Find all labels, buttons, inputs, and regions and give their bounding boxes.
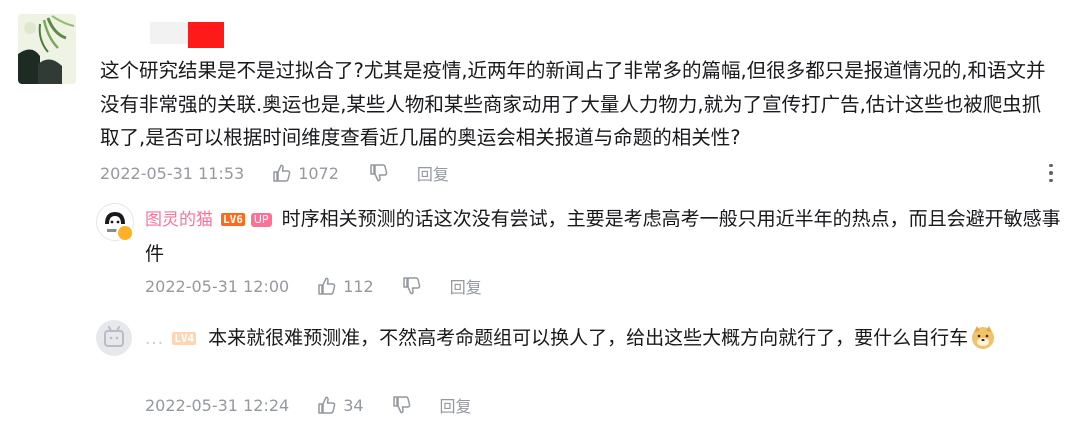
comment-time: 2022-05-31 11:53 [100, 163, 245, 183]
commenter-avatar[interactable] [18, 14, 76, 84]
reply-meta: 2022-05-31 12:00 112 回复 [145, 274, 482, 298]
redacted-username [150, 22, 188, 44]
doge-emoji [970, 324, 996, 350]
level-badge: LV6 [221, 213, 245, 226]
reply-avatar-default[interactable] [96, 320, 132, 356]
thumb-up-icon [272, 163, 292, 183]
reply-content: 本来就很难预测准，不然高考命题组可以换人了，给出这些大概方向就行了，要什么自行车 [208, 327, 969, 349]
reply-button[interactable]: 回复 [440, 393, 472, 417]
dislike-button[interactable] [402, 276, 422, 296]
like-button[interactable]: 34 [317, 395, 364, 415]
thumb-down-icon [392, 395, 412, 415]
dislike-button[interactable] [369, 163, 389, 183]
redaction-mark [188, 22, 224, 48]
thumb-up-icon [317, 276, 337, 296]
thumb-up-icon [317, 395, 337, 415]
comment-meta: 2022-05-31 11:53 1072 回复 [100, 161, 449, 185]
verified-badge [116, 224, 134, 242]
more-options-icon[interactable] [1043, 160, 1059, 186]
reply-time: 2022-05-31 12:00 [145, 276, 290, 296]
reply-text: ... LV4 本来就很难预测准，不然高考命题组可以换人了，给出这些大概方向就行了，… [145, 321, 1070, 356]
like-count: 34 [343, 395, 364, 415]
comment-text: 这个研究结果是不是过拟合了?尤其是疫情,近两年的新闻占了非常多的篇幅,但很多都只… [100, 59, 1046, 149]
reply-text: 图灵的猫 LV6 UP 时序相关预测的话这次没有尝试，主要是考虑高考一般只用近半年的热… [145, 202, 1070, 271]
thumb-down-icon [369, 163, 389, 183]
like-button[interactable]: 1072 [272, 163, 339, 183]
up-badge: UP [250, 213, 272, 227]
like-button[interactable]: 112 [317, 276, 374, 296]
dislike-button[interactable] [392, 395, 412, 415]
reply-button[interactable]: 回复 [450, 274, 482, 298]
reply-username[interactable]: 图灵的猫 [145, 210, 213, 230]
reply-meta: 2022-05-31 12:24 34 回复 [145, 393, 472, 417]
like-count: 112 [343, 276, 374, 296]
level-badge: LV4 [172, 332, 197, 345]
reply-button[interactable]: 回复 [417, 161, 449, 185]
thumb-down-icon [402, 276, 422, 296]
reply-content: 时序相关预测的话这次没有尝试，主要是考虑高考一般只用近半年的热点，而且会避开敏感… [145, 208, 1061, 265]
like-count: 1072 [298, 163, 339, 183]
reply-time: 2022-05-31 12:24 [145, 395, 290, 415]
reply-username[interactable]: ... [145, 329, 164, 349]
